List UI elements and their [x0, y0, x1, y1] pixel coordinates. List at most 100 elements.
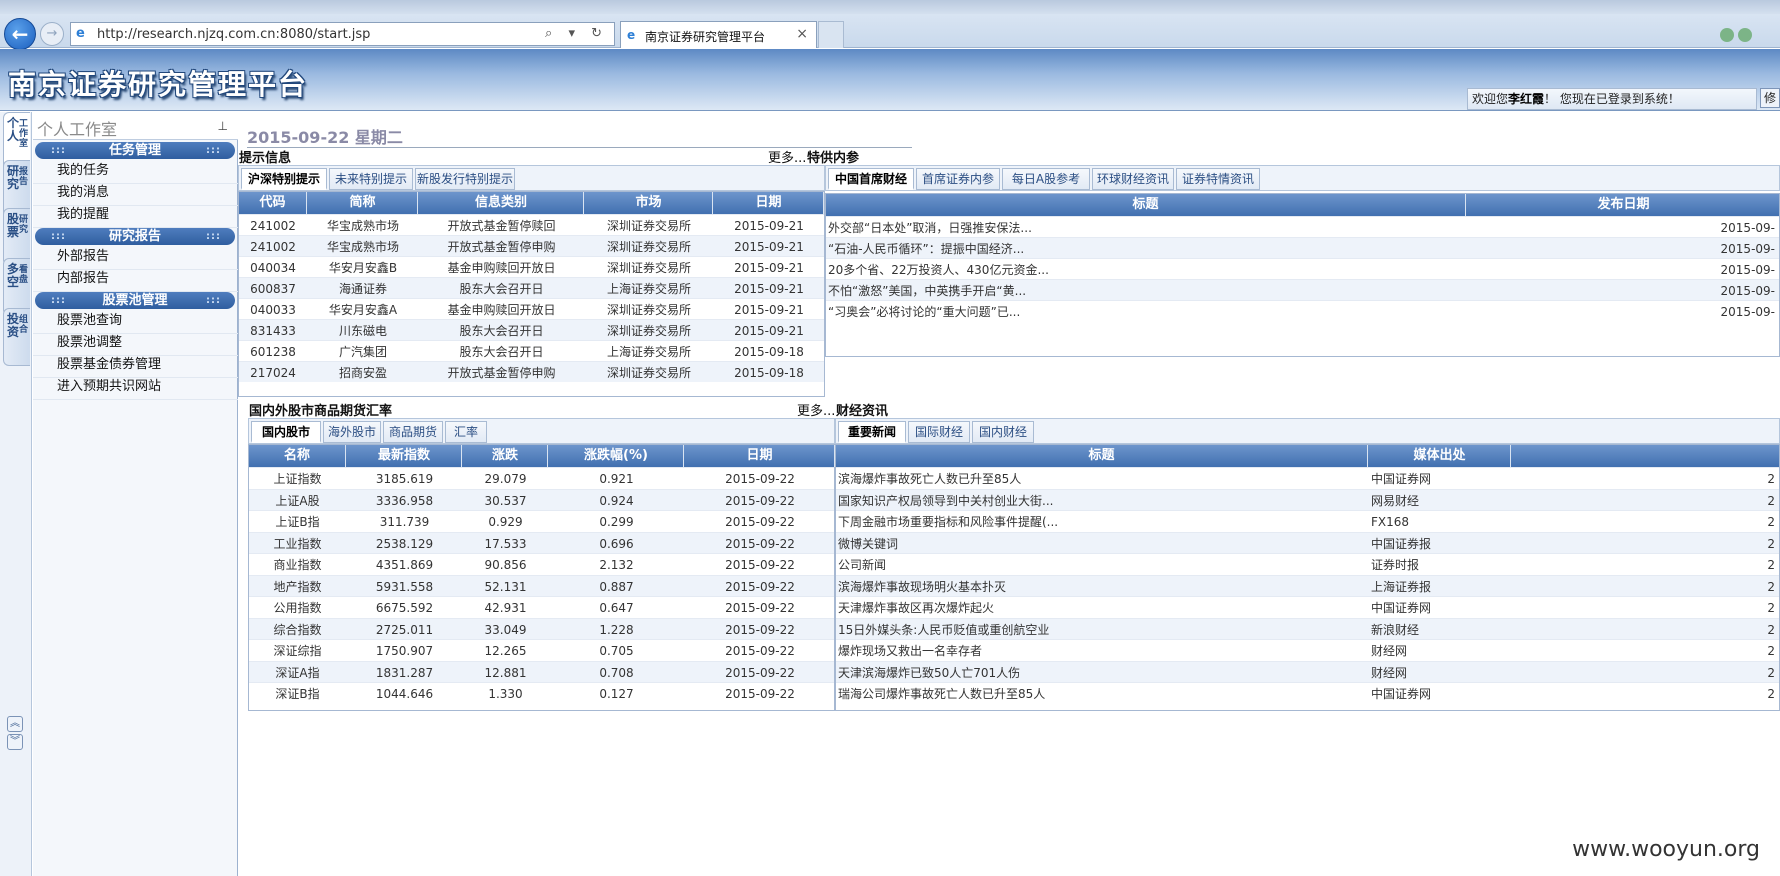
browser-tab[interactable]: e 南京证券研究管理平台 ×: [620, 21, 817, 48]
table-cell[interactable]: 下周金融市场重要指标和风险事件提醒(...: [836, 511, 1368, 533]
sidebar-group-header[interactable]: ::: 任务管理:::: [35, 142, 235, 159]
table-cell[interactable]: 滨海爆炸事故死亡人数已升至85人: [836, 468, 1368, 490]
table-row[interactable]: 241002 华宝成熟市场 开放式基金暂停赎回 深圳证券交易所 2015-09-21: [239, 214, 824, 235]
table-row[interactable]: 公司新闻 证券时报 2: [836, 553, 1779, 575]
sidebar-item[interactable]: 我的消息: [33, 182, 238, 206]
sidebar-item[interactable]: 股票池查询: [33, 310, 238, 334]
tips-more-link[interactable]: 更多...: [768, 147, 806, 166]
markets-more-link[interactable]: 更多...: [797, 400, 835, 419]
table-cell[interactable]: 国家知识产权局领导到中关村创业大街...: [836, 490, 1368, 512]
table-row[interactable]: 217024 招商安盈 开放式基金暂停申购 深圳证券交易所 2015-09-18: [239, 361, 824, 382]
tab-int-tabs-0[interactable]: 中国首席财经: [828, 168, 914, 190]
tab-mkt-tabs-1[interactable]: 海外股市: [323, 421, 381, 443]
table-row[interactable]: 不怕“激怒”美国，中英携手开启“黄... 2015-09-: [826, 279, 1779, 300]
column-header[interactable]: 信息类别: [419, 192, 584, 214]
table-cell[interactable]: 外交部“日本处”取消，日强推安保法...: [826, 217, 1466, 239]
tab-tips-tabs-1[interactable]: 未来特别提示: [329, 168, 413, 190]
table-cell[interactable]: 15日外媒头条:人民币贬值或重创航空业: [836, 619, 1368, 641]
table-row[interactable]: 831433 川东磁电 股东大会召开日 深圳证券交易所 2015-09-21: [239, 319, 824, 340]
table-cell[interactable]: 天津爆炸事故区再次爆炸起火: [836, 597, 1368, 619]
column-header[interactable]: 代码: [239, 192, 307, 214]
tab-close-icon[interactable]: ×: [796, 26, 808, 42]
table-row[interactable]: 滨海爆炸事故现场明火基本扑灭 上海证券报 2: [836, 574, 1779, 598]
column-header[interactable]: 涨跌: [463, 445, 548, 467]
table-row[interactable]: 601238 广汽集团 股东大会召开日 上海证券交易所 2015-09-18: [239, 340, 824, 361]
column-header[interactable]: 名称: [249, 445, 346, 467]
tab-tips-tabs-2[interactable]: 新股发行特别提示: [415, 168, 515, 190]
sidebar-item[interactable]: 我的提醒: [33, 204, 238, 228]
sidebar-item[interactable]: 我的任务: [33, 160, 238, 184]
table-row[interactable]: 微博关键词 中国证券报 2: [836, 531, 1779, 555]
tab-int-tabs-2[interactable]: 每日A股参考: [1002, 168, 1090, 190]
table-cell[interactable]: 爆炸现场又救出一名幸存者: [836, 640, 1368, 662]
table-row[interactable]: 15日外媒头条:人民币贬值或重创航空业 新浪财经 2: [836, 617, 1779, 641]
table-cell[interactable]: 滨海爆炸事故现场明火基本扑灭: [836, 576, 1368, 598]
table-cell[interactable]: 瑞海公司爆炸事故死亡人数已升至85人: [836, 683, 1368, 705]
table-row[interactable]: 国家知识产权局领导到中关村创业大街... 网易财经 2: [836, 488, 1779, 512]
table-row[interactable]: 深证综指 1750.907 12.265 0.705 2015-09-22: [249, 639, 834, 661]
table-cell[interactable]: “石油-人民币循环”：提振中国经济...: [826, 238, 1466, 260]
table-row[interactable]: 公用指数 6675.592 42.931 0.647 2015-09-22: [249, 596, 834, 618]
column-header[interactable]: 日期: [685, 445, 835, 467]
table-row[interactable]: 下周金融市场重要指标和风险事件提醒(... FX168 2: [836, 510, 1779, 532]
tab-mkt-tabs-0[interactable]: 国内股市: [251, 421, 321, 443]
table-row[interactable]: 瑞海公司爆炸事故死亡人数已升至85人 中国证券网 2: [836, 682, 1779, 704]
table-cell[interactable]: 天津滨海爆炸已致50人亡701人伤: [836, 662, 1368, 684]
column-header[interactable]: 日期: [714, 192, 824, 214]
sidebar-group-header[interactable]: ::: 股票池管理:::: [35, 292, 235, 309]
table-row[interactable]: 040033 华安月安鑫A 基金申购赎回开放日 深圳证券交易所 2015-09-21: [239, 298, 824, 319]
table-row[interactable]: 地产指数 5931.558 52.131 0.887 2015-09-22: [249, 574, 834, 596]
column-header[interactable]: [1512, 445, 1780, 467]
sidebar-item[interactable]: 进入预期共识网站: [33, 376, 238, 400]
table-cell[interactable]: 公司新闻: [836, 554, 1368, 576]
vtab-4[interactable]: 投资 组合: [3, 308, 30, 366]
tab-tips-tabs-0[interactable]: 沪深特别提示: [241, 168, 327, 190]
tab-mkt-tabs-3[interactable]: 汇率: [445, 421, 487, 443]
tab-int-tabs-1[interactable]: 首席证券内参: [916, 168, 1000, 190]
table-row[interactable]: 上证B指 311.739 0.929 0.299 2015-09-22: [249, 510, 834, 532]
address-tools-icons[interactable]: ⌕ ▾ ↻: [545, 26, 608, 41]
table-row[interactable]: 外交部“日本处”取消，日强推安保法... 2015-09-: [826, 216, 1779, 237]
column-header[interactable]: 市场: [585, 192, 713, 214]
column-header[interactable]: 涨跌幅(%): [549, 445, 684, 467]
scroll-up-icon[interactable]: ︽: [7, 716, 23, 732]
table-row[interactable]: 600837 海通证券 股东大会召开日 上海证券交易所 2015-09-21: [239, 277, 824, 298]
tab-mkt-tabs-2[interactable]: 商品期货: [383, 421, 443, 443]
table-row[interactable]: 241002 华宝成熟市场 开放式基金暂停申购 深圳证券交易所 2015-09-21: [239, 235, 824, 256]
sidebar-item[interactable]: 外部报告: [33, 246, 238, 270]
new-tab-button[interactable]: [818, 21, 844, 48]
column-header[interactable]: 发布日期: [1467, 194, 1780, 216]
table-row[interactable]: “石油-人民币循环”：提振中国经济... 2015-09-: [826, 237, 1779, 258]
scroll-down-icon[interactable]: ︾: [7, 734, 23, 750]
column-header[interactable]: 最新指数: [347, 445, 462, 467]
table-cell[interactable]: 不怕“激怒”美国，中英携手开启“黄...: [826, 280, 1466, 302]
column-header[interactable]: 简称: [308, 192, 418, 214]
address-url[interactable]: http://research.njzq.com.cn:8080/start.j…: [97, 27, 370, 42]
address-bar[interactable]: e http://research.njzq.com.cn:8080/start…: [70, 22, 615, 46]
tab-news-tabs-1[interactable]: 国际财经: [908, 421, 970, 443]
table-row[interactable]: “习奥会”必将讨论的“重大问题”已... 2015-09-: [826, 300, 1779, 321]
sidebar-item[interactable]: 股票基金债券管理: [33, 354, 238, 378]
table-cell[interactable]: 微博关键词: [836, 533, 1368, 555]
pin-icon[interactable]: ⊥: [218, 119, 228, 133]
tab-news-tabs-2[interactable]: 国内财经: [972, 421, 1034, 443]
table-cell[interactable]: “习奥会”必将讨论的“重大问题”已...: [826, 301, 1466, 323]
modify-button[interactable]: 修: [1760, 88, 1780, 108]
sidebar-item[interactable]: 股票池调整: [33, 332, 238, 356]
table-row[interactable]: 上证A股 3336.958 30.537 0.924 2015-09-22: [249, 488, 834, 510]
back-button[interactable]: ←: [4, 18, 36, 50]
forward-button[interactable]: →: [40, 22, 64, 46]
table-row[interactable]: 20多个省、22万投资人、430亿元资金... 2015-09-: [826, 258, 1779, 279]
table-row[interactable]: 天津爆炸事故区再次爆炸起火 中国证券网 2: [836, 596, 1779, 618]
tab-int-tabs-4[interactable]: 证券特情资讯: [1176, 168, 1260, 190]
tab-int-tabs-3[interactable]: 环球财经资讯: [1092, 168, 1174, 190]
column-header[interactable]: 标题: [826, 194, 1466, 216]
table-row[interactable]: 深证A指 1831.287 12.881 0.708 2015-09-22: [249, 660, 834, 682]
tab-news-tabs-0[interactable]: 重要新闻: [838, 421, 906, 443]
table-row[interactable]: 工业指数 2538.129 17.533 0.696 2015-09-22: [249, 531, 834, 553]
table-row[interactable]: 滨海爆炸事故死亡人数已升至85人 中国证券网 2: [836, 467, 1779, 489]
table-row[interactable]: 深证B指 1044.646 1.330 0.127 2015-09-22: [249, 682, 834, 704]
table-row[interactable]: 商业指数 4351.869 90.856 2.132 2015-09-22: [249, 553, 834, 575]
sidebar-group-header[interactable]: ::: 研究报告:::: [35, 228, 235, 245]
table-row[interactable]: 爆炸现场又救出一名幸存者 财经网 2: [836, 639, 1779, 661]
